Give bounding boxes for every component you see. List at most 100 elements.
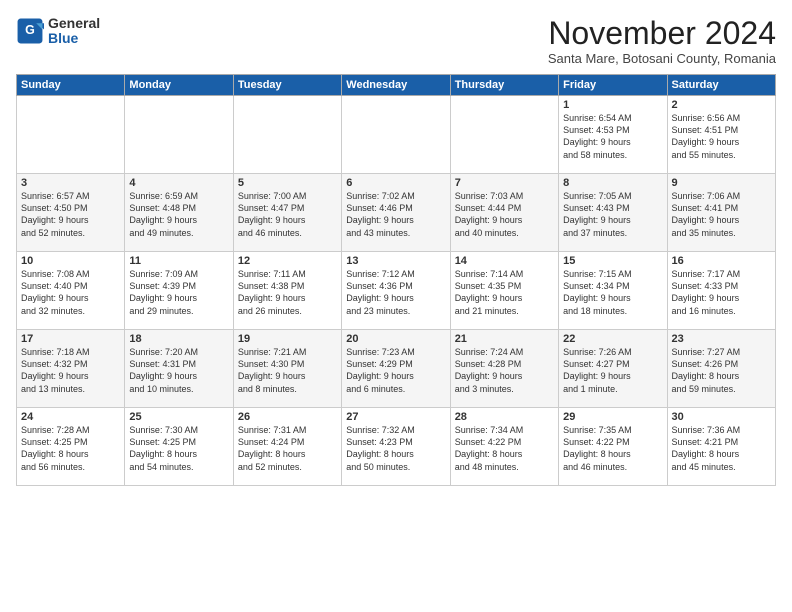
day-number: 8 [563, 177, 662, 189]
cell-w2-d2: 5Sunrise: 7:00 AM Sunset: 4:47 PM Daylig… [233, 174, 341, 252]
header: G General Blue November 2024 Santa Mare,… [16, 16, 776, 66]
col-monday: Monday [125, 75, 233, 96]
day-number: 15 [563, 255, 662, 267]
day-number: 9 [672, 177, 771, 189]
cell-w5-d2: 26Sunrise: 7:31 AM Sunset: 4:24 PM Dayli… [233, 408, 341, 486]
cell-w4-d1: 18Sunrise: 7:20 AM Sunset: 4:31 PM Dayli… [125, 330, 233, 408]
cell-w2-d5: 8Sunrise: 7:05 AM Sunset: 4:43 PM Daylig… [559, 174, 667, 252]
cell-w1-d1 [125, 96, 233, 174]
cell-w4-d6: 23Sunrise: 7:27 AM Sunset: 4:26 PM Dayli… [667, 330, 775, 408]
day-info: Sunrise: 6:57 AM Sunset: 4:50 PM Dayligh… [21, 190, 120, 239]
day-number: 3 [21, 177, 120, 189]
day-info: Sunrise: 7:11 AM Sunset: 4:38 PM Dayligh… [238, 268, 337, 317]
day-number: 2 [672, 99, 771, 111]
cell-w2-d4: 7Sunrise: 7:03 AM Sunset: 4:44 PM Daylig… [450, 174, 558, 252]
col-wednesday: Wednesday [342, 75, 450, 96]
day-number: 6 [346, 177, 445, 189]
logo-blue-text: Blue [48, 31, 100, 46]
day-number: 24 [21, 411, 120, 423]
cell-w3-d1: 11Sunrise: 7:09 AM Sunset: 4:39 PM Dayli… [125, 252, 233, 330]
cell-w3-d4: 14Sunrise: 7:14 AM Sunset: 4:35 PM Dayli… [450, 252, 558, 330]
day-info: Sunrise: 7:09 AM Sunset: 4:39 PM Dayligh… [129, 268, 228, 317]
day-info: Sunrise: 7:26 AM Sunset: 4:27 PM Dayligh… [563, 346, 662, 395]
col-sunday: Sunday [17, 75, 125, 96]
day-info: Sunrise: 7:31 AM Sunset: 4:24 PM Dayligh… [238, 424, 337, 473]
day-number: 21 [455, 333, 554, 345]
day-info: Sunrise: 7:00 AM Sunset: 4:47 PM Dayligh… [238, 190, 337, 239]
day-number: 26 [238, 411, 337, 423]
day-number: 28 [455, 411, 554, 423]
cell-w3-d2: 12Sunrise: 7:11 AM Sunset: 4:38 PM Dayli… [233, 252, 341, 330]
day-info: Sunrise: 6:56 AM Sunset: 4:51 PM Dayligh… [672, 112, 771, 161]
day-info: Sunrise: 7:23 AM Sunset: 4:29 PM Dayligh… [346, 346, 445, 395]
week-row-2: 3Sunrise: 6:57 AM Sunset: 4:50 PM Daylig… [17, 174, 776, 252]
cell-w5-d6: 30Sunrise: 7:36 AM Sunset: 4:21 PM Dayli… [667, 408, 775, 486]
day-info: Sunrise: 6:59 AM Sunset: 4:48 PM Dayligh… [129, 190, 228, 239]
day-number: 25 [129, 411, 228, 423]
day-number: 5 [238, 177, 337, 189]
cell-w1-d3 [342, 96, 450, 174]
day-number: 4 [129, 177, 228, 189]
svg-text:G: G [25, 24, 35, 38]
page: G General Blue November 2024 Santa Mare,… [0, 0, 792, 612]
week-row-5: 24Sunrise: 7:28 AM Sunset: 4:25 PM Dayli… [17, 408, 776, 486]
day-info: Sunrise: 7:15 AM Sunset: 4:34 PM Dayligh… [563, 268, 662, 317]
cell-w2-d1: 4Sunrise: 6:59 AM Sunset: 4:48 PM Daylig… [125, 174, 233, 252]
logo-general-text: General [48, 16, 100, 31]
logo-text: General Blue [48, 16, 100, 47]
cell-w1-d0 [17, 96, 125, 174]
cell-w3-d6: 16Sunrise: 7:17 AM Sunset: 4:33 PM Dayli… [667, 252, 775, 330]
cell-w3-d5: 15Sunrise: 7:15 AM Sunset: 4:34 PM Dayli… [559, 252, 667, 330]
cell-w4-d3: 20Sunrise: 7:23 AM Sunset: 4:29 PM Dayli… [342, 330, 450, 408]
cell-w1-d5: 1Sunrise: 6:54 AM Sunset: 4:53 PM Daylig… [559, 96, 667, 174]
col-friday: Friday [559, 75, 667, 96]
day-number: 11 [129, 255, 228, 267]
cell-w2-d3: 6Sunrise: 7:02 AM Sunset: 4:46 PM Daylig… [342, 174, 450, 252]
day-info: Sunrise: 7:28 AM Sunset: 4:25 PM Dayligh… [21, 424, 120, 473]
week-row-4: 17Sunrise: 7:18 AM Sunset: 4:32 PM Dayli… [17, 330, 776, 408]
day-info: Sunrise: 7:32 AM Sunset: 4:23 PM Dayligh… [346, 424, 445, 473]
day-info: Sunrise: 7:12 AM Sunset: 4:36 PM Dayligh… [346, 268, 445, 317]
day-number: 17 [21, 333, 120, 345]
cell-w3-d0: 10Sunrise: 7:08 AM Sunset: 4:40 PM Dayli… [17, 252, 125, 330]
cell-w4-d5: 22Sunrise: 7:26 AM Sunset: 4:27 PM Dayli… [559, 330, 667, 408]
day-info: Sunrise: 7:08 AM Sunset: 4:40 PM Dayligh… [21, 268, 120, 317]
location-subtitle: Santa Mare, Botosani County, Romania [548, 51, 776, 66]
cell-w5-d5: 29Sunrise: 7:35 AM Sunset: 4:22 PM Dayli… [559, 408, 667, 486]
cell-w5-d1: 25Sunrise: 7:30 AM Sunset: 4:25 PM Dayli… [125, 408, 233, 486]
week-row-3: 10Sunrise: 7:08 AM Sunset: 4:40 PM Dayli… [17, 252, 776, 330]
cell-w2-d0: 3Sunrise: 6:57 AM Sunset: 4:50 PM Daylig… [17, 174, 125, 252]
day-number: 7 [455, 177, 554, 189]
logo: G General Blue [16, 16, 100, 47]
day-number: 1 [563, 99, 662, 111]
day-info: Sunrise: 7:21 AM Sunset: 4:30 PM Dayligh… [238, 346, 337, 395]
day-info: Sunrise: 7:27 AM Sunset: 4:26 PM Dayligh… [672, 346, 771, 395]
day-info: Sunrise: 7:36 AM Sunset: 4:21 PM Dayligh… [672, 424, 771, 473]
day-info: Sunrise: 7:17 AM Sunset: 4:33 PM Dayligh… [672, 268, 771, 317]
day-number: 27 [346, 411, 445, 423]
day-info: Sunrise: 7:18 AM Sunset: 4:32 PM Dayligh… [21, 346, 120, 395]
day-info: Sunrise: 7:05 AM Sunset: 4:43 PM Dayligh… [563, 190, 662, 239]
header-row: Sunday Monday Tuesday Wednesday Thursday… [17, 75, 776, 96]
cell-w5-d0: 24Sunrise: 7:28 AM Sunset: 4:25 PM Dayli… [17, 408, 125, 486]
day-number: 13 [346, 255, 445, 267]
day-info: Sunrise: 7:24 AM Sunset: 4:28 PM Dayligh… [455, 346, 554, 395]
day-info: Sunrise: 7:06 AM Sunset: 4:41 PM Dayligh… [672, 190, 771, 239]
day-info: Sunrise: 7:20 AM Sunset: 4:31 PM Dayligh… [129, 346, 228, 395]
day-info: Sunrise: 7:02 AM Sunset: 4:46 PM Dayligh… [346, 190, 445, 239]
day-number: 10 [21, 255, 120, 267]
col-saturday: Saturday [667, 75, 775, 96]
cell-w4-d4: 21Sunrise: 7:24 AM Sunset: 4:28 PM Dayli… [450, 330, 558, 408]
col-tuesday: Tuesday [233, 75, 341, 96]
day-number: 23 [672, 333, 771, 345]
week-row-1: 1Sunrise: 6:54 AM Sunset: 4:53 PM Daylig… [17, 96, 776, 174]
col-thursday: Thursday [450, 75, 558, 96]
title-block: November 2024 Santa Mare, Botosani Count… [548, 16, 776, 66]
day-info: Sunrise: 6:54 AM Sunset: 4:53 PM Dayligh… [563, 112, 662, 161]
cell-w1-d4 [450, 96, 558, 174]
day-info: Sunrise: 7:03 AM Sunset: 4:44 PM Dayligh… [455, 190, 554, 239]
cell-w3-d3: 13Sunrise: 7:12 AM Sunset: 4:36 PM Dayli… [342, 252, 450, 330]
day-number: 22 [563, 333, 662, 345]
day-number: 19 [238, 333, 337, 345]
day-info: Sunrise: 7:30 AM Sunset: 4:25 PM Dayligh… [129, 424, 228, 473]
